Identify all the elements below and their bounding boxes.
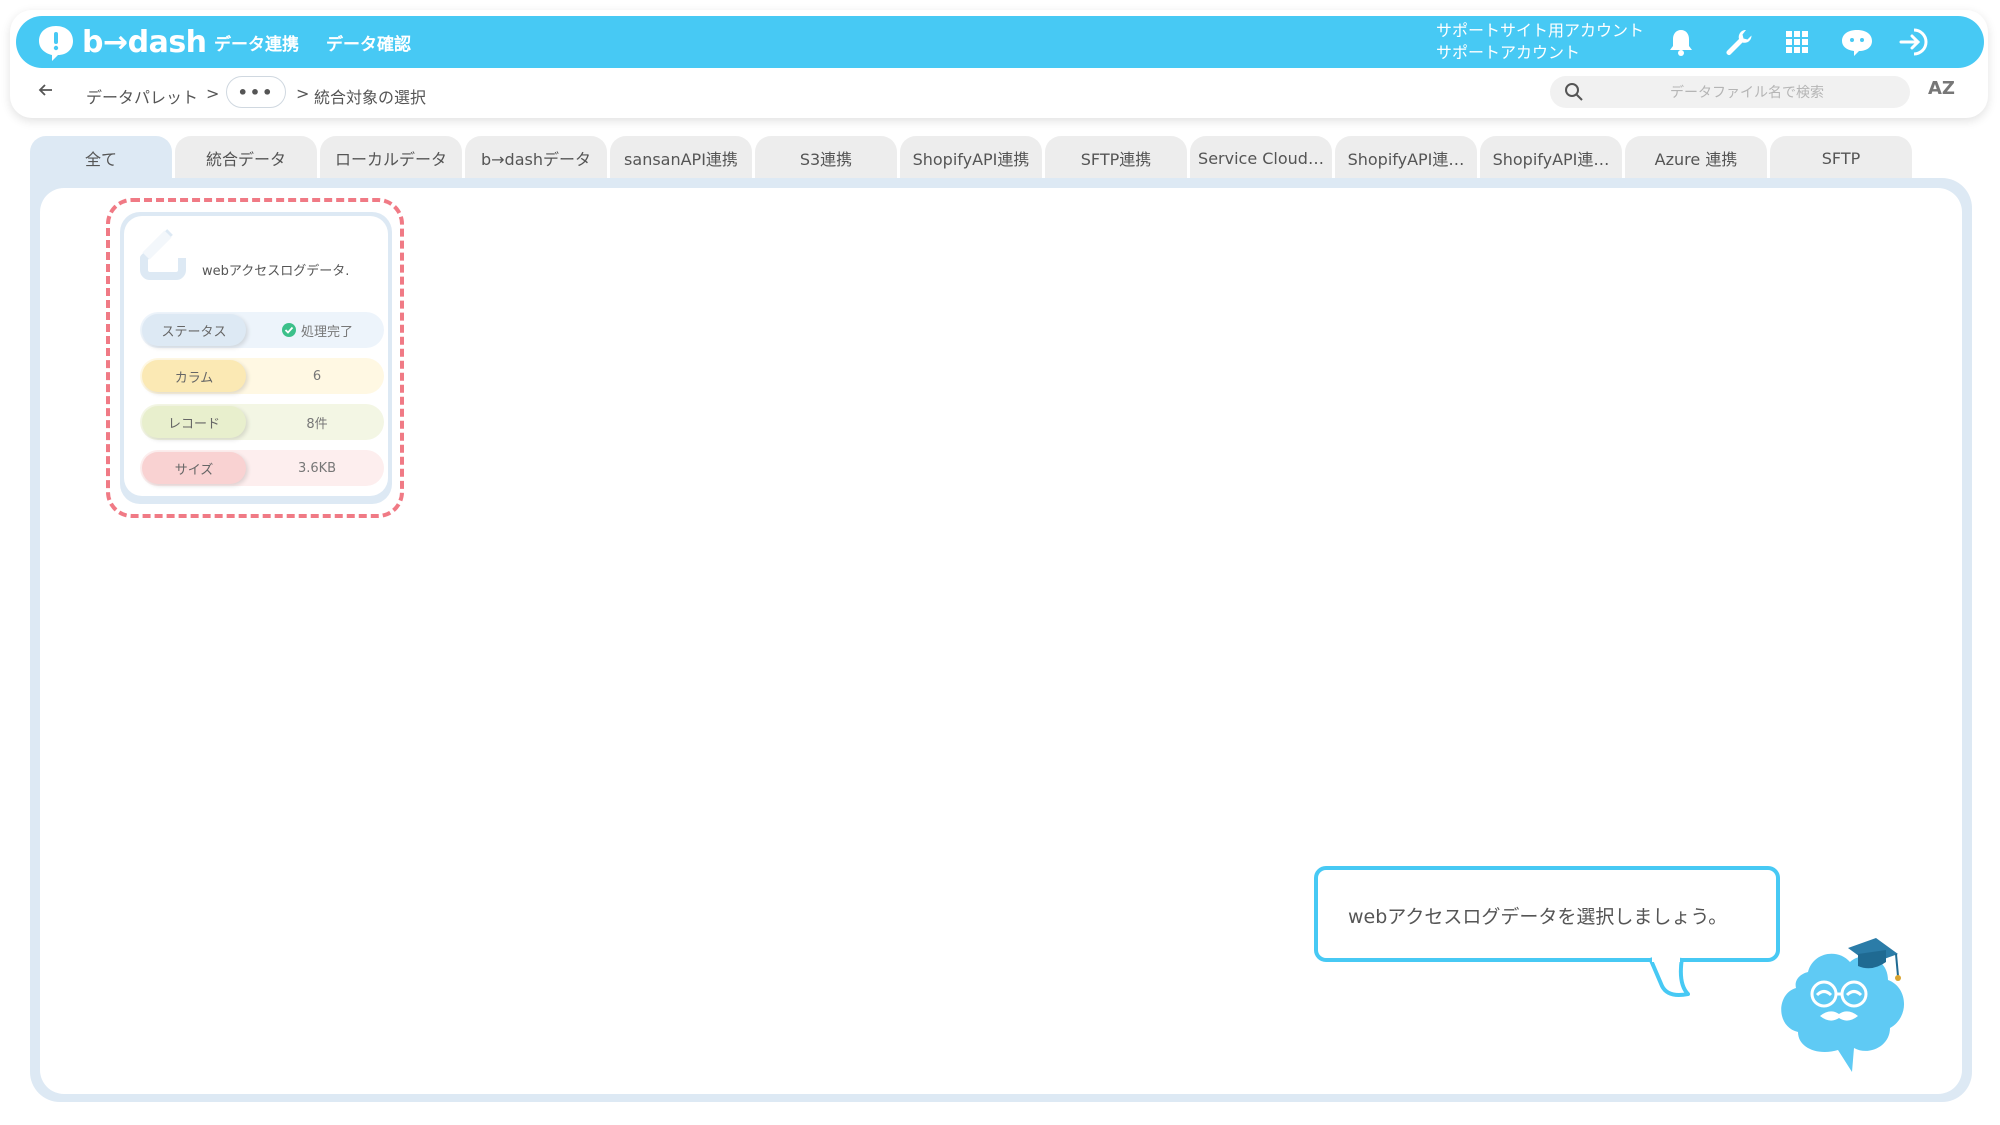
account-info[interactable]: サポートサイト用アカウント サポートアカウント <box>1436 20 1644 64</box>
tab-sansan-api[interactable]: sansanAPI連携 <box>610 136 752 180</box>
speech-bubble-tail <box>1648 956 1690 997</box>
breadcrumb-separator: > <box>296 84 310 103</box>
tab-s3[interactable]: S3連携 <box>755 136 897 180</box>
account-name: サポートサイト用アカウント <box>1436 21 1645 40</box>
guide-highlight-frame <box>106 198 404 518</box>
grid-icon[interactable] <box>1780 25 1814 59</box>
breadcrumb-root[interactable]: データパレット <box>86 84 198 108</box>
tab-bdash-data[interactable]: b→dashデータ <box>465 136 607 180</box>
mascot-icon <box>1781 938 1905 1072</box>
tab-all[interactable]: 全て <box>30 136 172 180</box>
breadcrumb-current: 統合対象の選択 <box>314 88 427 107</box>
back-arrow-icon[interactable] <box>36 80 56 104</box>
tab-service-cloud[interactable]: Service Cloud… <box>1190 136 1332 180</box>
search-input[interactable] <box>1600 76 1894 110</box>
tab-azure[interactable]: Azure 連携 <box>1625 136 1767 180</box>
wrench-icon[interactable] <box>1722 25 1756 59</box>
search-icon <box>1564 82 1584 106</box>
account-subname: サポートアカウント <box>1436 43 1581 62</box>
nav-data-integration[interactable]: データ連携 <box>214 30 299 55</box>
tab-shopify-api-3[interactable]: ShopifyAPI連… <box>1480 136 1622 180</box>
tab-integrated-data[interactable]: 統合データ <box>175 136 317 180</box>
logo[interactable]: b→dash <box>36 20 207 64</box>
breadcrumb-more-button[interactable]: ••• <box>226 76 286 108</box>
guide-message: webアクセスログデータを選択しましょう。 <box>1348 906 1728 928</box>
tab-sftp-integration[interactable]: SFTP連携 <box>1045 136 1187 180</box>
nav-data-check[interactable]: データ確認 <box>326 30 411 55</box>
logo-text: b→dash <box>82 24 207 60</box>
logout-icon[interactable] <box>1898 25 1932 59</box>
bell-icon[interactable] <box>1664 25 1698 59</box>
sort-az-button[interactable]: AZ <box>1928 78 1955 99</box>
support-chat-icon[interactable] <box>1840 25 1874 59</box>
tab-shopify-api[interactable]: ShopifyAPI連携 <box>900 136 1042 180</box>
breadcrumb-separator: > <box>206 84 220 103</box>
guide-speech-bubble: webアクセスログデータを選択しましょう。 <box>1314 866 1780 962</box>
tab-shopify-api-2[interactable]: ShopifyAPI連… <box>1335 136 1477 180</box>
tab-sftp[interactable]: SFTP <box>1770 136 1912 180</box>
search-box <box>1550 76 1910 110</box>
top-navigation-bar: b→dash データ連携 データ確認 サポートサイト用アカウント サポートアカウ… <box>16 16 1984 68</box>
breadcrumb: データパレット > ••• > 統合対象の選択 AZ <box>16 72 1984 116</box>
tab-local-data[interactable]: ローカルデータ <box>320 136 462 180</box>
logo-bubble-icon <box>39 26 73 61</box>
